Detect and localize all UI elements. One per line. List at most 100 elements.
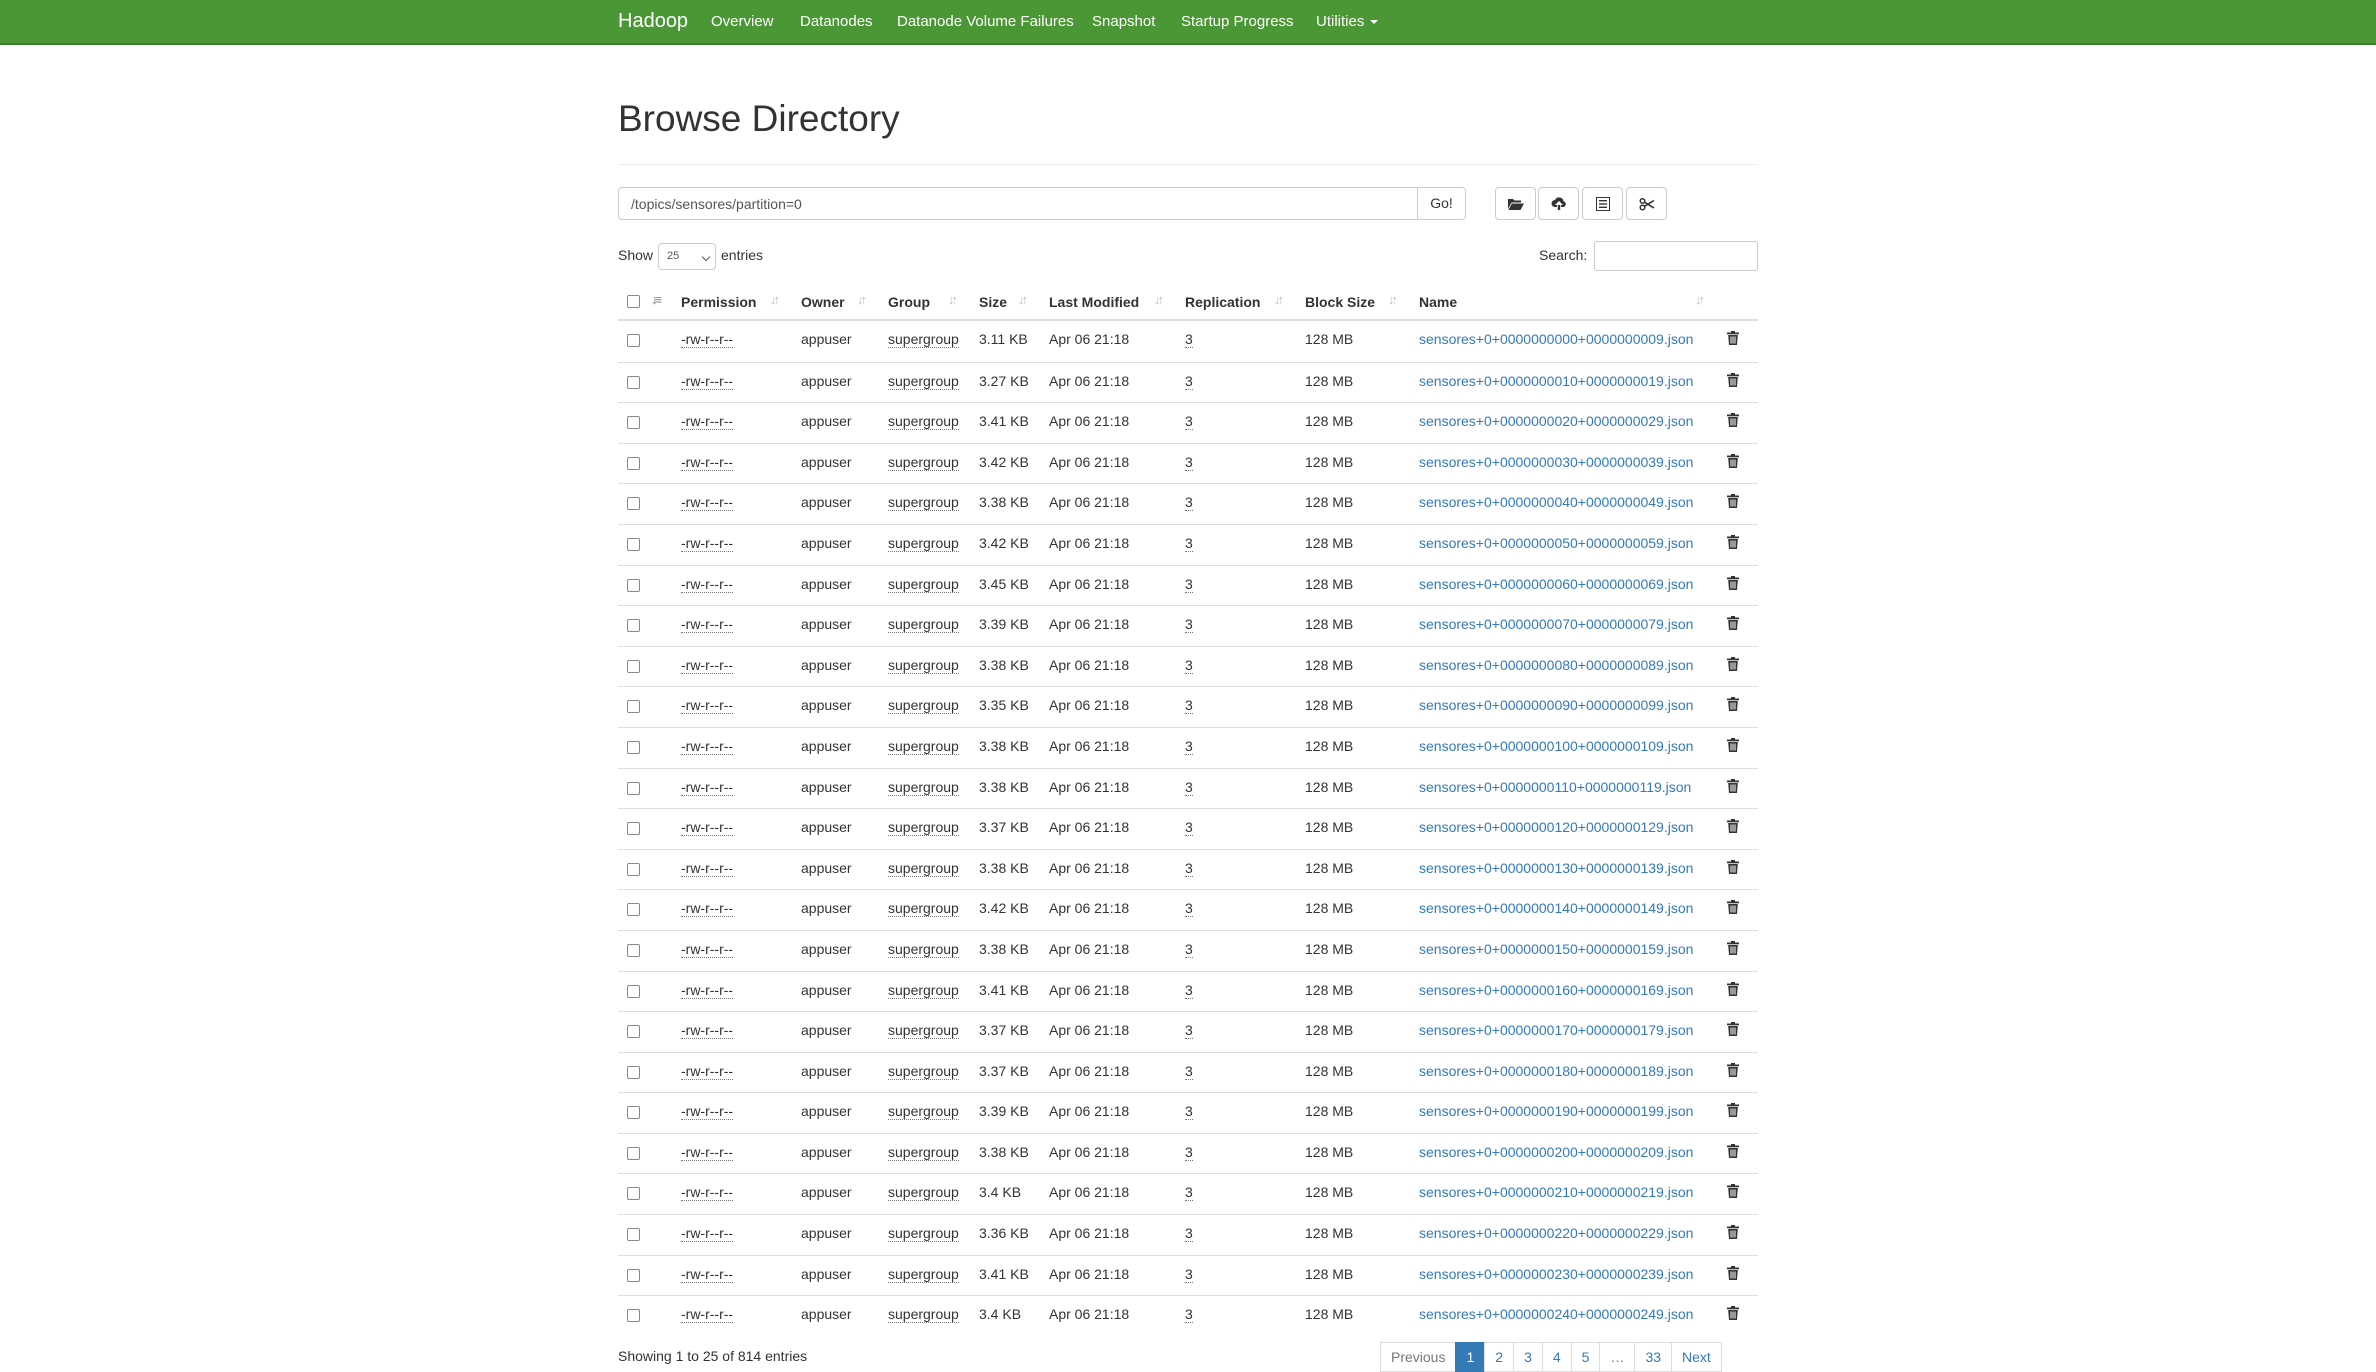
trash-icon[interactable] xyxy=(1727,1022,1739,1039)
col-permission[interactable]: Permission xyxy=(681,294,756,310)
trash-icon[interactable] xyxy=(1727,819,1739,836)
permission-cell[interactable]: -rw-r--r-- xyxy=(681,535,734,552)
go-button[interactable]: Go! xyxy=(1417,187,1466,220)
next-page-button[interactable]: Next xyxy=(1671,1342,1722,1372)
group-cell[interactable]: supergroup xyxy=(888,1063,959,1080)
nav-startup-progress[interactable]: Startup Progress xyxy=(1181,13,1294,30)
trash-icon[interactable] xyxy=(1727,900,1739,917)
col-replication[interactable]: Replication xyxy=(1185,294,1260,310)
nav-datanodes[interactable]: Datanodes xyxy=(800,13,873,30)
trash-icon[interactable] xyxy=(1727,1062,1739,1080)
group-cell[interactable]: supergroup xyxy=(888,1022,959,1040)
group-cell[interactable]: supergroup xyxy=(888,576,959,593)
replication-cell[interactable]: 3 xyxy=(1185,373,1193,390)
col-owner[interactable]: Owner xyxy=(801,294,845,310)
group-cell[interactable]: supergroup xyxy=(888,860,959,877)
row-checkbox[interactable] xyxy=(627,497,640,511)
col-last-modified[interactable]: Last Modified xyxy=(1049,294,1139,310)
col-name[interactable]: Name xyxy=(1419,294,1457,310)
permission-cell[interactable]: -rw-r--r-- xyxy=(681,373,734,390)
file-name-link[interactable]: sensores+0+0000000100+0000000109.json xyxy=(1419,738,1693,754)
file-name-link[interactable]: sensores+0+0000000000+0000000009.json xyxy=(1419,331,1693,347)
permission-cell[interactable]: -rw-r--r-- xyxy=(681,494,734,512)
permission-cell[interactable]: -rw-r--r-- xyxy=(681,738,734,755)
replication-cell[interactable]: 3 xyxy=(1185,454,1193,471)
permission-cell[interactable]: -rw-r--r-- xyxy=(681,697,734,715)
row-checkbox[interactable] xyxy=(627,334,640,347)
row-checkbox[interactable] xyxy=(627,375,640,389)
file-name-link[interactable]: sensores+0+0000000010+0000000019.json xyxy=(1419,373,1693,389)
replication-cell[interactable]: 3 xyxy=(1185,657,1193,674)
paste-button[interactable] xyxy=(1626,187,1667,220)
trash-icon[interactable] xyxy=(1727,1225,1739,1242)
replication-cell[interactable]: 3 xyxy=(1185,1306,1193,1324)
group-cell[interactable]: supergroup xyxy=(888,1306,959,1324)
file-name-link[interactable]: sensores+0+0000000130+0000000139.json xyxy=(1419,860,1693,876)
trash-icon[interactable] xyxy=(1727,778,1739,796)
replication-cell[interactable]: 3 xyxy=(1185,697,1193,715)
replication-cell[interactable]: 3 xyxy=(1185,738,1193,755)
file-name-link[interactable]: sensores+0+0000000030+0000000039.json xyxy=(1419,454,1693,470)
group-cell[interactable]: supergroup xyxy=(888,1225,959,1243)
file-name-link[interactable]: sensores+0+0000000080+0000000089.json xyxy=(1419,657,1693,673)
nav-snapshot[interactable]: Snapshot xyxy=(1092,13,1155,30)
row-checkbox[interactable] xyxy=(627,1025,640,1039)
file-name-link[interactable]: sensores+0+0000000170+0000000179.json xyxy=(1419,1022,1693,1038)
row-checkbox[interactable] xyxy=(627,537,640,551)
permission-cell[interactable]: -rw-r--r-- xyxy=(681,1103,734,1121)
nav-overview[interactable]: Overview xyxy=(711,13,774,30)
permission-cell[interactable]: -rw-r--r-- xyxy=(681,819,734,837)
permission-cell[interactable]: -rw-r--r-- xyxy=(681,982,734,999)
trash-icon[interactable] xyxy=(1727,737,1739,755)
group-cell[interactable]: supergroup xyxy=(888,1184,959,1202)
sort-icon[interactable]: ↓↑ xyxy=(1695,292,1705,307)
trash-icon[interactable] xyxy=(1727,372,1739,390)
row-checkbox[interactable] xyxy=(627,456,640,470)
row-checkbox[interactable] xyxy=(627,1106,640,1120)
col-block-size[interactable]: Block Size xyxy=(1305,294,1375,310)
nav-datanode-volume-failures[interactable]: Datanode Volume Failures xyxy=(897,13,1074,30)
file-name-link[interactable]: sensores+0+0000000060+0000000069.json xyxy=(1419,576,1693,592)
permission-cell[interactable]: -rw-r--r-- xyxy=(681,1184,734,1202)
file-name-link[interactable]: sensores+0+0000000090+0000000099.json xyxy=(1419,697,1693,713)
row-checkbox[interactable] xyxy=(627,822,640,836)
file-name-link[interactable]: sensores+0+0000000120+0000000129.json xyxy=(1419,819,1693,835)
upload-files-button[interactable] xyxy=(1538,187,1579,220)
group-cell[interactable]: supergroup xyxy=(888,738,959,755)
file-name-link[interactable]: sensores+0+0000000040+0000000049.json xyxy=(1419,494,1693,510)
trash-icon[interactable] xyxy=(1727,534,1739,552)
row-checkbox[interactable] xyxy=(627,619,640,633)
permission-cell[interactable]: -rw-r--r-- xyxy=(681,616,734,634)
group-cell[interactable]: supergroup xyxy=(888,657,959,674)
group-cell[interactable]: supergroup xyxy=(888,941,959,958)
group-cell[interactable]: supergroup xyxy=(888,1103,959,1121)
nav-utilities-dropdown[interactable]: Utilities xyxy=(1316,13,1379,30)
replication-cell[interactable]: 3 xyxy=(1185,779,1193,796)
file-name-link[interactable]: sensores+0+0000000110+0000000119.json xyxy=(1419,779,1691,795)
trash-icon[interactable] xyxy=(1727,1143,1739,1161)
trash-icon[interactable] xyxy=(1727,1103,1739,1120)
file-name-link[interactable]: sensores+0+0000000150+0000000159.json xyxy=(1419,941,1693,957)
trash-icon[interactable] xyxy=(1727,413,1739,430)
select-all-checkbox[interactable] xyxy=(627,295,640,308)
page-button[interactable]: 4 xyxy=(1541,1342,1572,1372)
permission-cell[interactable]: -rw-r--r-- xyxy=(681,941,734,958)
permission-cell[interactable]: -rw-r--r-- xyxy=(681,454,734,471)
permission-cell[interactable]: -rw-r--r-- xyxy=(681,1266,734,1283)
row-checkbox[interactable] xyxy=(627,1309,640,1323)
trash-icon[interactable] xyxy=(1727,940,1739,958)
permission-cell[interactable]: -rw-r--r-- xyxy=(681,657,734,674)
cut-paste-button[interactable] xyxy=(1582,187,1623,220)
sort-icon[interactable]: ↓↑ xyxy=(1274,292,1284,307)
row-checkbox[interactable] xyxy=(627,903,640,917)
row-checkbox[interactable] xyxy=(627,740,640,754)
trash-icon[interactable] xyxy=(1727,331,1739,348)
sort-icon[interactable]: ↓↑ xyxy=(770,292,780,307)
group-cell[interactable]: supergroup xyxy=(888,1144,959,1161)
file-name-link[interactable]: sensores+0+0000000190+0000000199.json xyxy=(1419,1103,1693,1119)
trash-icon[interactable] xyxy=(1727,859,1739,877)
row-checkbox[interactable] xyxy=(627,781,640,795)
replication-cell[interactable]: 3 xyxy=(1185,900,1193,918)
trash-icon[interactable] xyxy=(1727,616,1739,633)
replication-cell[interactable]: 3 xyxy=(1185,1225,1193,1243)
